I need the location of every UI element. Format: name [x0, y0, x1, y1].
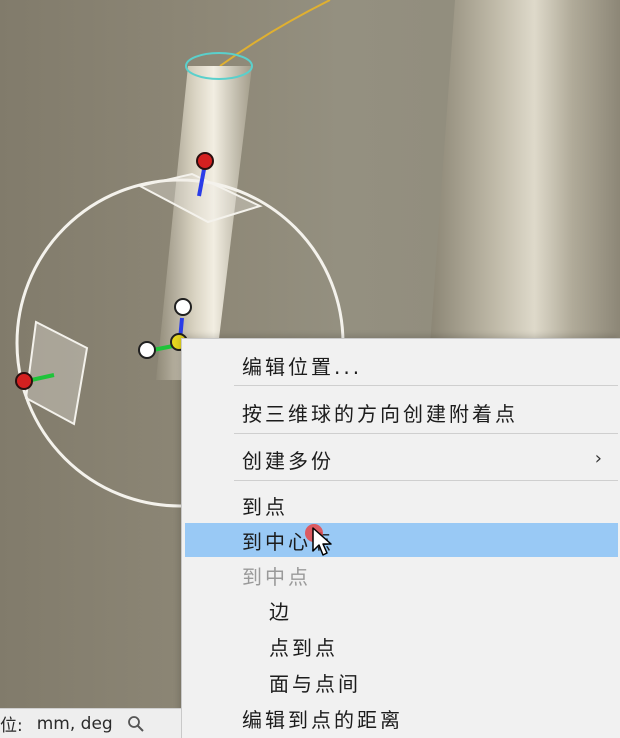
menu-item-edit-position[interactable]: 编辑位置... [185, 348, 618, 382]
menu-item-label: 到点 [242, 494, 288, 519]
menu-item-edge[interactable]: 边 [185, 593, 618, 627]
menu-item-label: 面与点间 [269, 671, 361, 696]
mouse-pointer-icon [312, 527, 332, 556]
menu-item-to-midpoint: 到中点 [185, 558, 618, 592]
menu-item-label: 编辑位置... [242, 354, 363, 379]
menu-item-edit-distance-to-point[interactable]: 编辑到点的距离 [185, 701, 618, 735]
cylinder-rod [156, 66, 252, 380]
submenu-arrow-icon: › [594, 448, 602, 469]
background-cylinder [430, 0, 620, 345]
menu-item-create-attach-point[interactable]: 按三维球的方向创建附着点 [185, 395, 618, 429]
magnifier-icon[interactable] [127, 715, 145, 733]
top-red-handle[interactable] [196, 152, 214, 170]
menu-separator [234, 433, 618, 434]
menu-item-label: 按三维球的方向创建附着点 [242, 401, 518, 426]
menu-item-label: 创建多份 [242, 448, 334, 473]
menu-item-face-and-point[interactable]: 面与点间 [185, 665, 618, 699]
menu-item-to-center-point[interactable]: 到中心点 [185, 523, 618, 557]
menu-separator [234, 385, 618, 386]
menu-item-point-to-point[interactable]: 点到点 [185, 629, 618, 663]
center-top-handle[interactable] [174, 298, 192, 316]
menu-item-label: 到中点 [242, 564, 311, 589]
status-bar: 位: mm, deg [0, 708, 181, 738]
menu-item-label: 点到点 [269, 635, 338, 660]
left-plane-handle[interactable] [24, 320, 89, 426]
guide-curve [219, 0, 331, 67]
menu-item-label: 编辑到点的距离 [242, 707, 403, 732]
left-red-handle[interactable] [15, 372, 33, 390]
menu-item-label: 边 [269, 599, 292, 624]
menu-separator [234, 480, 618, 481]
context-menu: 编辑位置... 按三维球的方向创建附着点 创建多份 › 到点 到中心点 到中点 … [181, 338, 620, 738]
units-value[interactable]: mm, deg [37, 714, 113, 734]
menu-item-to-point[interactable]: 到点 [185, 488, 618, 522]
units-label: 位: [0, 716, 23, 736]
center-left-handle[interactable] [138, 341, 156, 359]
menu-item-create-copies[interactable]: 创建多份 › [185, 442, 618, 476]
